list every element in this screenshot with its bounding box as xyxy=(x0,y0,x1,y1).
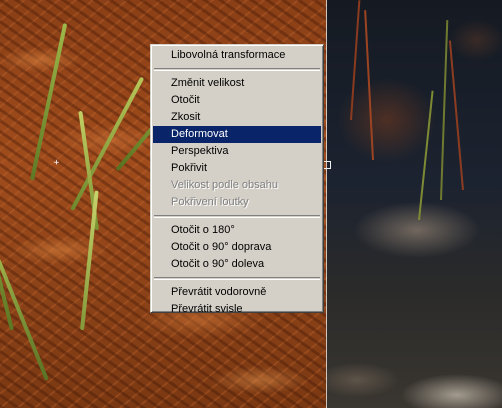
menu-item-prevratit-vodorovne[interactable]: Převrátit vodorovně xyxy=(153,284,321,301)
square-handle-icon[interactable] xyxy=(323,161,331,169)
menu-item-pokrivit[interactable]: Pokřivit xyxy=(153,160,321,177)
image-canvas[interactable]: + Libovolná transformace Změnit velikost O… xyxy=(0,0,502,408)
menu-separator xyxy=(154,277,320,280)
menu-item-pokriveni-loutky: Pokřivení loutky xyxy=(171,196,249,208)
menu-item-velikost-podle-obsahu: Velikost podle obsahu xyxy=(171,179,279,191)
menu-item-deformovat[interactable]: Deformovat xyxy=(153,126,321,143)
transform-bounding-edge xyxy=(326,0,327,408)
menu-item-libovolna-transformace[interactable]: Libovolná transformace xyxy=(153,47,321,64)
menu-separator xyxy=(154,68,320,71)
menu-item-otocit[interactable]: Otočit xyxy=(153,92,321,109)
menu-item-otocit-o-180[interactable]: Otočit o 180° xyxy=(153,222,321,239)
menu-item-prevratit-svisle[interactable]: Převrátit svisle xyxy=(153,301,321,318)
menu-item-otocit-o-90-doprava[interactable]: Otočit o 90° doprava xyxy=(153,239,321,256)
menu-separator xyxy=(154,215,320,218)
menu-item-perspektiva[interactable]: Perspektiva xyxy=(153,143,321,160)
menu-item-zkosit[interactable]: Zkosit xyxy=(153,109,321,126)
menu-item-otocit-o-90-doleva[interactable]: Otočit o 90° doleva xyxy=(153,256,321,273)
menu-item-zmenit-velikost[interactable]: Změnit velikost xyxy=(153,75,321,92)
transform-context-menu: Libovolná transformace Změnit velikost Oto… xyxy=(150,44,324,315)
crosshair-icon[interactable]: + xyxy=(53,159,60,168)
